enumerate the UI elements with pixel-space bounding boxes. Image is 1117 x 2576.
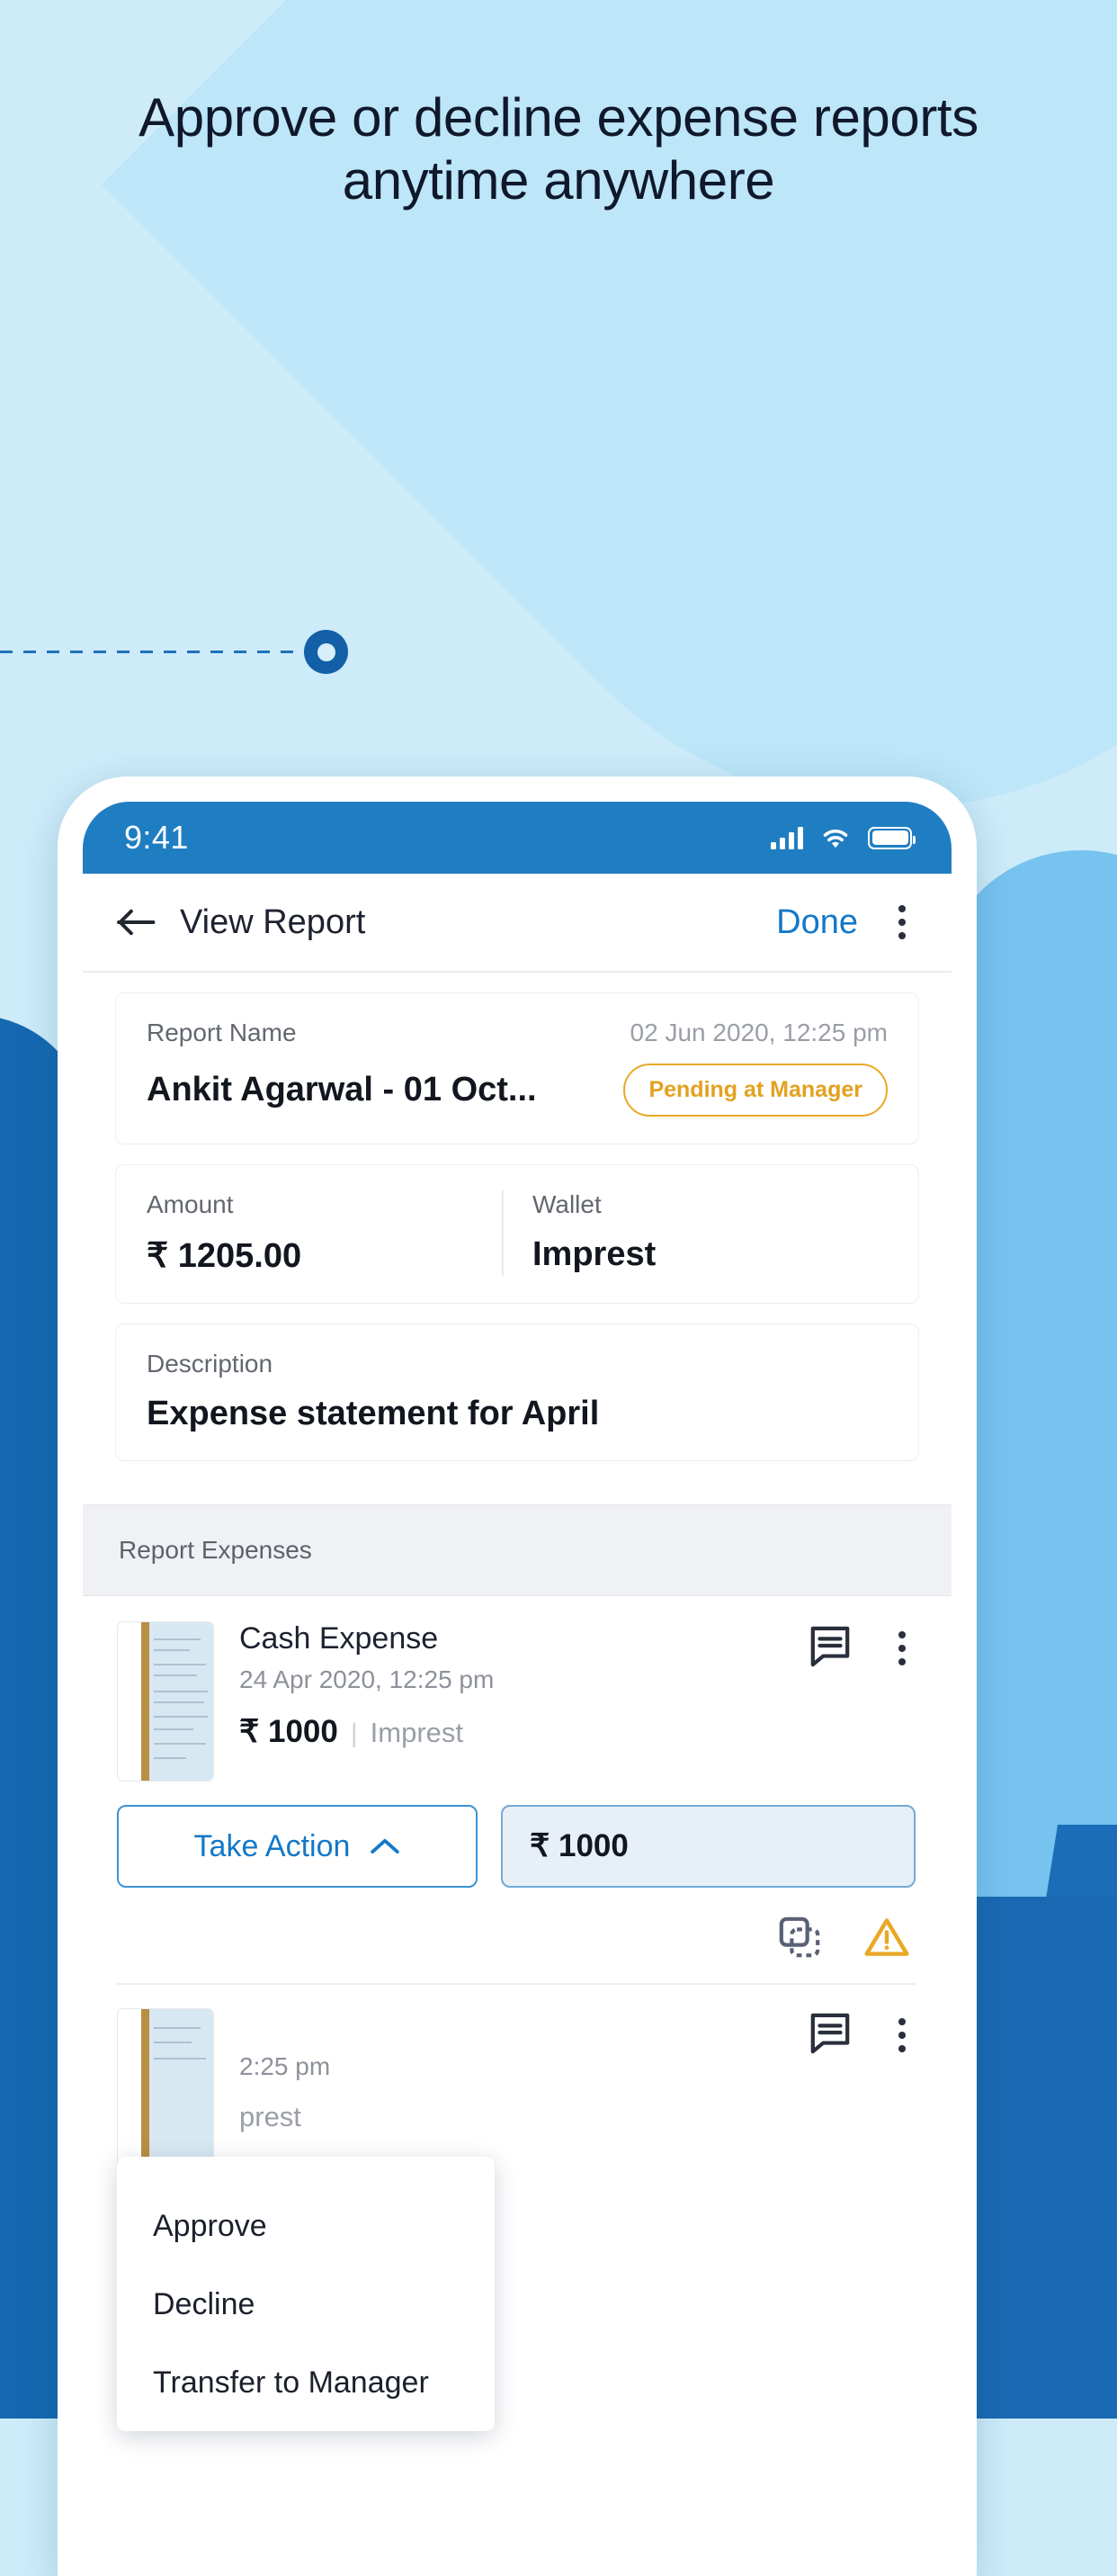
- take-action-button[interactable]: Take Action: [117, 1805, 478, 1888]
- expense-list-item[interactable]: Cash Expense 24 Apr 2020, 12:25 pm ₹ 100…: [83, 1596, 952, 1782]
- description-card: Description Expense statement for April: [115, 1324, 919, 1461]
- expense-separator: |: [350, 1719, 358, 1748]
- expense-date: 2:25 pm: [239, 2052, 331, 2080]
- expense-amount: ₹ 1000: [239, 1714, 338, 1749]
- comment-icon[interactable]: [808, 2012, 853, 2055]
- signal-icon: [771, 826, 803, 849]
- status-bar-time: 9:41: [124, 819, 189, 856]
- description-value: Expense statement for April: [147, 1395, 600, 1432]
- phone-screen: 9:41 View Report Done Report Name 02 Jun…: [83, 802, 952, 2576]
- expense-title: Cash Expense: [239, 1621, 439, 1656]
- amount-label: Amount: [147, 1190, 234, 1218]
- progress-indicator: [0, 630, 1117, 674]
- take-action-label: Take Action: [193, 1828, 351, 1863]
- receipt-thumbnail[interactable]: [117, 2008, 214, 2168]
- status-bar: 9:41: [83, 802, 952, 874]
- report-summary: Report Name 02 Jun 2020, 12:25 pm Ankit …: [83, 973, 952, 1504]
- expense-list-item[interactable]: 2:25 pm prest: [83, 1985, 952, 2168]
- progress-dot-icon: [304, 630, 348, 674]
- expense-amount-field-value: ₹ 1000: [530, 1828, 629, 1863]
- phone-mockup: 9:41 View Report Done Report Name 02 Jun…: [58, 776, 977, 2576]
- wallet-value: Imprest: [532, 1235, 657, 1273]
- expense-title: [239, 2008, 782, 2043]
- dropdown-option-approve[interactable]: Approve: [117, 2187, 495, 2266]
- warning-triangle-icon[interactable]: [863, 1915, 910, 1960]
- done-button[interactable]: Done: [776, 903, 858, 942]
- dropdown-option-transfer-to-manager[interactable]: Transfer to Manager: [117, 2344, 495, 2422]
- receipt-thumbnail[interactable]: [117, 1621, 214, 1782]
- status-badge: Pending at Manager: [623, 1064, 888, 1117]
- take-action-dropdown: Approve Decline Transfer to Manager: [117, 2157, 495, 2431]
- dropdown-option-decline[interactable]: Decline: [117, 2266, 495, 2344]
- page-title: Approve or decline expense reports anyti…: [139, 87, 978, 211]
- chevron-up-icon: [371, 1838, 400, 1854]
- report-name-card: Report Name 02 Jun 2020, 12:25 pm Ankit …: [115, 992, 919, 1144]
- dashed-line: [0, 651, 310, 653]
- duplicate-icon[interactable]: [777, 1915, 822, 1960]
- kebab-menu-icon[interactable]: [889, 2012, 916, 2059]
- expense-amount-field[interactable]: ₹ 1000: [501, 1805, 916, 1888]
- expense-flag-icons: [83, 1888, 952, 1960]
- amount-wallet-card: Amount ₹ 1205.00 Wallet Imprest: [115, 1164, 919, 1304]
- report-name-label: Report Name: [147, 1019, 297, 1046]
- expense-date: 24 Apr 2020, 12:25 pm: [239, 1665, 495, 1693]
- expense-wallet: Imprest: [370, 1717, 464, 1748]
- kebab-menu-icon[interactable]: [889, 899, 916, 946]
- expense-wallet: prest: [239, 2101, 301, 2132]
- report-name-value: Ankit Agarwal - 01 Oct...: [147, 1071, 537, 1108]
- report-expenses-header: Report Expenses: [83, 1504, 952, 1596]
- page-header-title: View Report: [180, 902, 366, 941]
- battery-icon: [868, 826, 916, 849]
- comment-icon[interactable]: [808, 1625, 853, 1668]
- expense-action-row: Take Action ₹ 1000: [83, 1782, 952, 1888]
- amount-block: Amount ₹ 1205.00: [147, 1190, 502, 1276]
- app-bar: View Report Done: [83, 874, 952, 973]
- wifi-icon: [823, 829, 848, 848]
- amount-value: ₹ 1205.00: [147, 1237, 302, 1275]
- wallet-label: Wallet: [532, 1190, 602, 1218]
- kebab-menu-icon[interactable]: [889, 1625, 916, 1672]
- wallet-block: Wallet Imprest: [502, 1190, 888, 1276]
- report-timestamp: 02 Jun 2020, 12:25 pm: [630, 1019, 888, 1046]
- arrow-left-icon[interactable]: [113, 899, 160, 946]
- description-label: Description: [147, 1350, 273, 1378]
